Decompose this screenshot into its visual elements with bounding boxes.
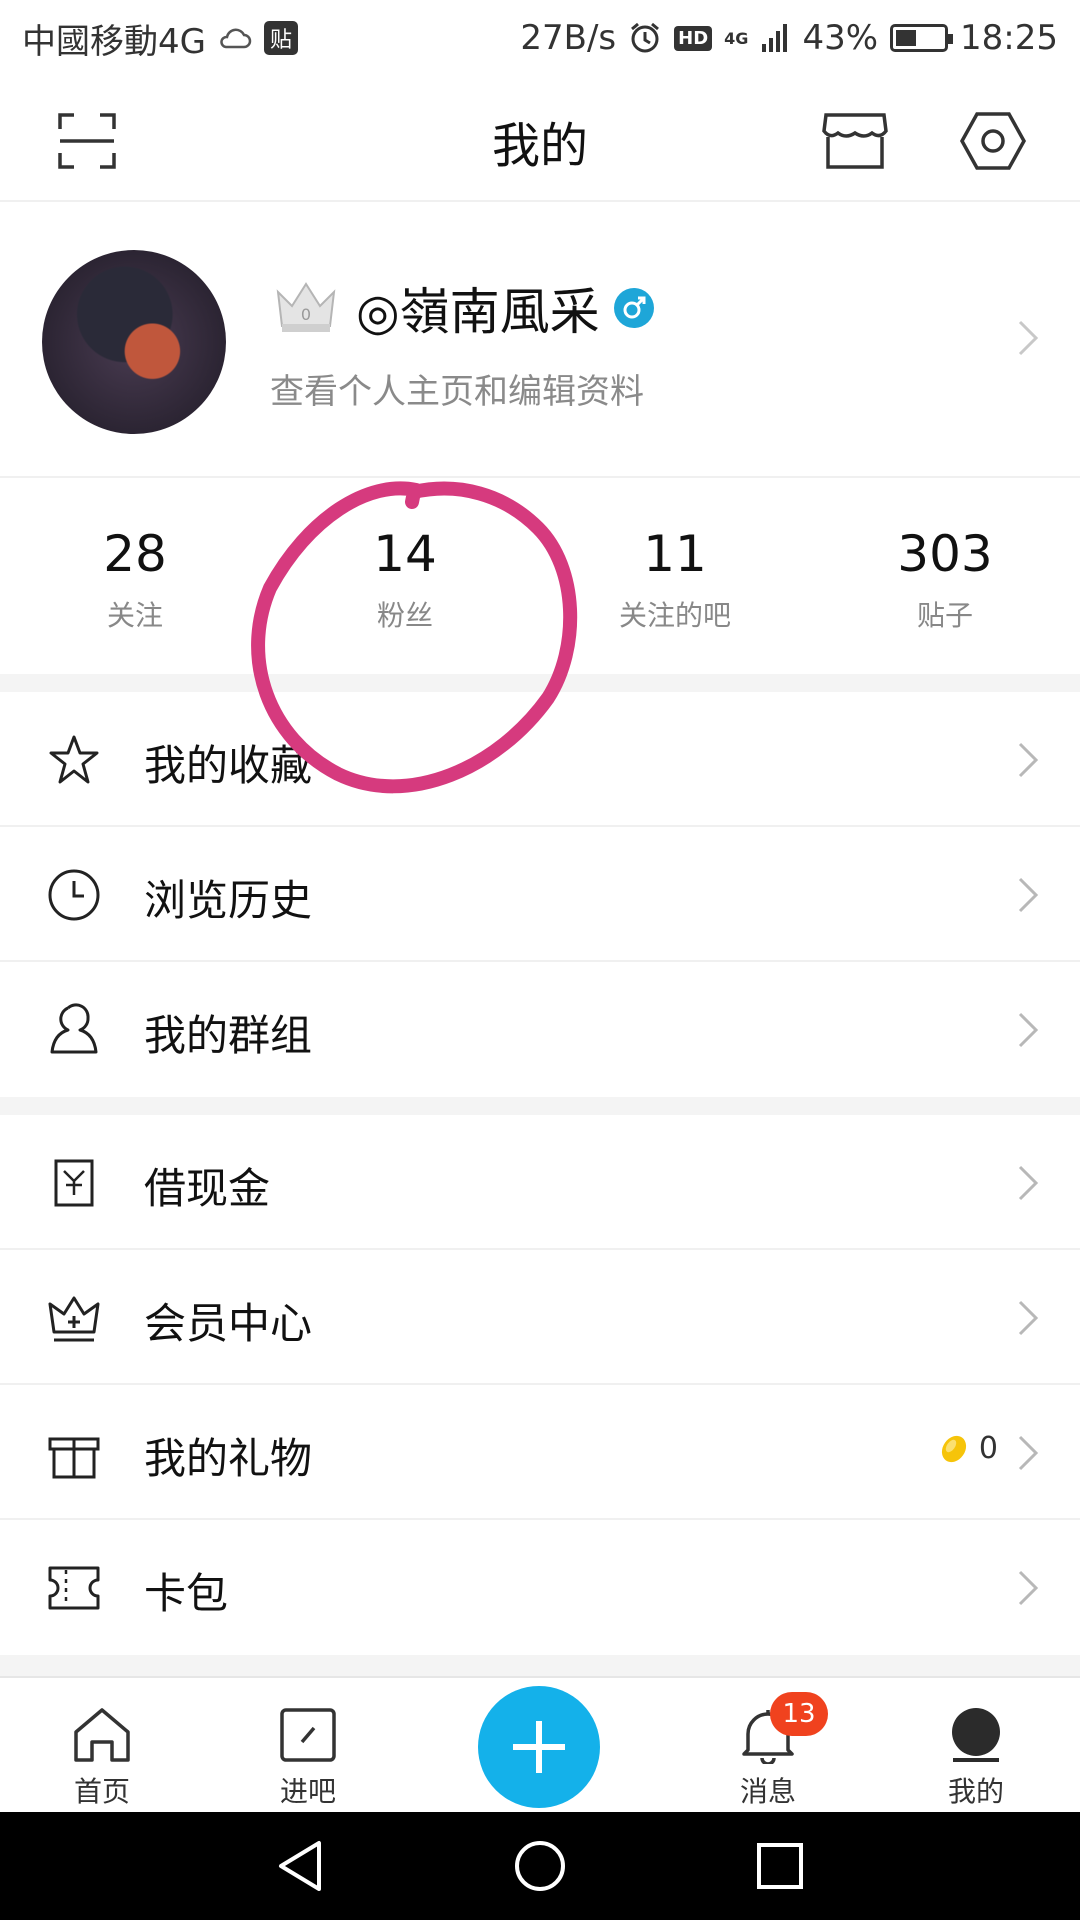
stat-value: 303 bbox=[897, 525, 993, 583]
recents-square-icon bbox=[757, 1843, 803, 1889]
stat-posts[interactable]: 303 贴子 bbox=[810, 478, 1080, 674]
profile-subtitle: 查看个人主页和编辑资料 bbox=[270, 372, 644, 412]
menu-item-label: 浏览历史 bbox=[144, 876, 313, 925]
stat-label: 粉丝 bbox=[376, 599, 433, 632]
tab-messages[interactable]: 消息 13 bbox=[708, 1692, 828, 1810]
store-icon bbox=[822, 113, 888, 169]
stat-following[interactable]: 28 关注 bbox=[0, 478, 270, 674]
chevron-right-icon bbox=[1018, 1570, 1039, 1606]
avatar[interactable] bbox=[42, 250, 226, 434]
chevron-right-icon bbox=[1018, 320, 1039, 356]
ticket-icon bbox=[48, 1566, 100, 1610]
male-gender-icon bbox=[613, 288, 654, 328]
stat-label: 关注 bbox=[106, 599, 163, 632]
menu-item-card-wallet[interactable]: 卡包 bbox=[0, 1520, 1080, 1655]
stat-value: 28 bbox=[103, 525, 167, 583]
stat-value: 14 bbox=[373, 525, 437, 583]
settings-icon bbox=[960, 112, 1026, 170]
tab-label: 我的 bbox=[947, 1775, 1004, 1808]
home-icon bbox=[74, 1708, 130, 1762]
person-icon bbox=[952, 1708, 1000, 1762]
weather-icon bbox=[220, 28, 252, 49]
member-crown-icon: 0 bbox=[276, 282, 336, 332]
enter-icon bbox=[280, 1708, 336, 1762]
coin-icon bbox=[941, 1435, 966, 1462]
chevron-right-icon bbox=[1018, 1012, 1039, 1048]
chevron-right-icon bbox=[1018, 1165, 1039, 1201]
stat-fans[interactable]: 14 粉丝 bbox=[270, 478, 540, 674]
user-group-icon bbox=[50, 1003, 98, 1054]
alarm-icon bbox=[631, 22, 660, 53]
post-button[interactable] bbox=[478, 1686, 600, 1808]
menu-item-label: 会员中心 bbox=[144, 1299, 313, 1348]
profile-card[interactable]: 0 ◎嶺南風采 查看个人主页和编辑资料 bbox=[0, 202, 1080, 474]
stat-label: 贴子 bbox=[916, 599, 973, 632]
username: ◎嶺南風采 bbox=[356, 283, 600, 341]
status-bar: 中國移動4G 贴 27B/s HD 4G 43% 18:25 bbox=[0, 0, 1080, 76]
tab-label: 消息 bbox=[739, 1775, 796, 1808]
hd-icon: HD bbox=[674, 25, 713, 51]
header: 我的 bbox=[0, 76, 1080, 202]
menu-group-2: 借现金 会员中心 我的礼物 0 卡包 bbox=[0, 1115, 1080, 1655]
signal-icon bbox=[762, 24, 788, 52]
network-type: 4G bbox=[724, 28, 749, 48]
recents-button[interactable] bbox=[750, 1836, 810, 1896]
svg-text:0: 0 bbox=[301, 305, 311, 324]
bottom-tab-bar: 首页 进吧 消息 13 我的 bbox=[0, 1676, 1080, 1812]
stats-row: 28 关注 14 粉丝 11 关注的吧 303 贴子 bbox=[0, 476, 1080, 674]
menu-item-favorites[interactable]: 我的收藏 bbox=[0, 692, 1080, 827]
loan-icon bbox=[54, 1159, 94, 1207]
menu-item-label: 卡包 bbox=[144, 1569, 229, 1618]
tab-home[interactable]: 首页 bbox=[42, 1700, 162, 1810]
tieba-notification-icon: 贴 bbox=[263, 21, 298, 55]
tab-enter-bar[interactable]: 进吧 bbox=[248, 1700, 368, 1810]
back-triangle-icon bbox=[279, 1841, 321, 1891]
stat-followed-bars[interactable]: 11 关注的吧 bbox=[540, 478, 810, 674]
gift-icon bbox=[48, 1437, 100, 1479]
system-nav-bar bbox=[0, 1812, 1080, 1920]
menu-item-label: 借现金 bbox=[144, 1164, 271, 1213]
gift-count: 0 bbox=[937, 1431, 998, 1466]
menu-group-1: 我的收藏 浏览历史 我的群组 bbox=[0, 692, 1080, 1097]
menu-item-gifts[interactable]: 我的礼物 0 bbox=[0, 1385, 1080, 1520]
menu-item-history[interactable]: 浏览历史 bbox=[0, 827, 1080, 962]
section-divider bbox=[0, 674, 1080, 692]
battery-percent: 43% bbox=[802, 18, 879, 58]
menu-item-label: 我的群组 bbox=[144, 1011, 313, 1060]
message-badge: 13 bbox=[770, 1692, 828, 1736]
menu-item-vip-center[interactable]: 会员中心 bbox=[0, 1250, 1080, 1385]
page-title: 我的 bbox=[491, 118, 588, 174]
menu-item-label: 我的收藏 bbox=[144, 741, 313, 790]
chevron-right-icon bbox=[1018, 742, 1039, 778]
battery-icon bbox=[890, 24, 954, 52]
home-circle-icon bbox=[515, 1841, 565, 1891]
menu-item-groups[interactable]: 我的群组 bbox=[0, 962, 1080, 1097]
section-divider bbox=[0, 1655, 1080, 1676]
carrier-label: 中國移動4G bbox=[22, 21, 206, 62]
stat-label: 关注的吧 bbox=[618, 599, 731, 632]
tab-label: 首页 bbox=[73, 1775, 130, 1808]
crown-icon bbox=[48, 1296, 100, 1342]
tab-mine[interactable]: 我的 bbox=[916, 1700, 1036, 1810]
menu-item-label: 我的礼物 bbox=[144, 1434, 313, 1483]
network-speed: 27B/s bbox=[520, 18, 617, 58]
tab-label: 进吧 bbox=[279, 1775, 336, 1808]
stat-value: 11 bbox=[643, 525, 707, 583]
star-icon bbox=[49, 735, 99, 784]
store-button[interactable] bbox=[820, 106, 890, 176]
chevron-right-icon bbox=[1018, 877, 1039, 913]
gift-count-value: 0 bbox=[978, 1431, 998, 1466]
home-button[interactable] bbox=[510, 1836, 570, 1896]
clock: 18:25 bbox=[960, 18, 1058, 58]
settings-button[interactable] bbox=[958, 106, 1028, 176]
back-button[interactable] bbox=[270, 1836, 330, 1896]
clock-icon bbox=[48, 869, 100, 921]
chevron-right-icon bbox=[1018, 1435, 1039, 1471]
plus-icon bbox=[513, 1721, 565, 1773]
chevron-right-icon bbox=[1018, 1300, 1039, 1336]
menu-item-borrow-cash[interactable]: 借现金 bbox=[0, 1115, 1080, 1250]
section-divider bbox=[0, 1097, 1080, 1115]
